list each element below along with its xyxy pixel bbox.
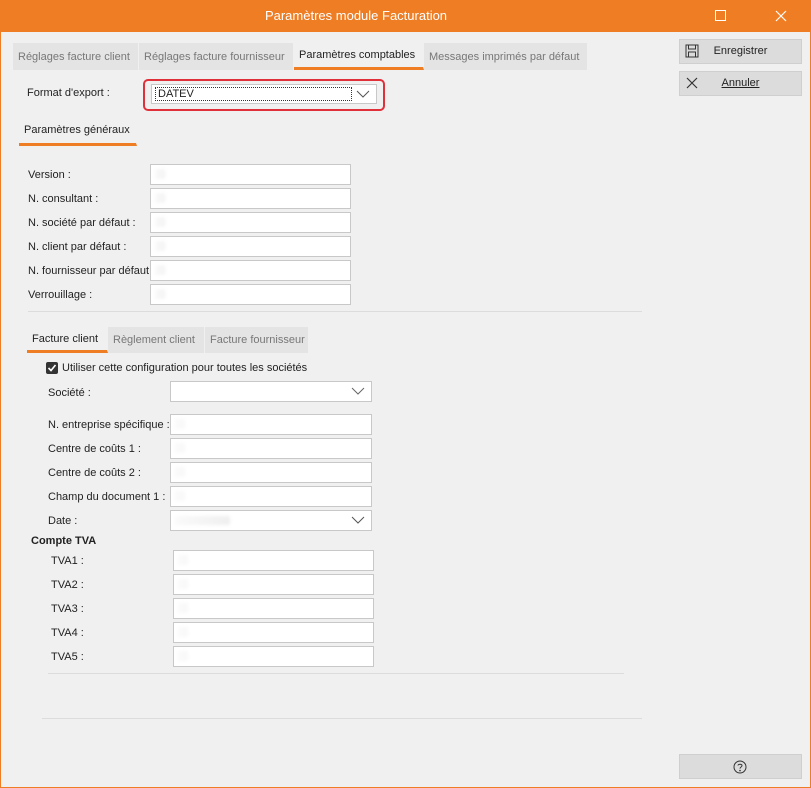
cancel-button[interactable]: Annuler [679, 71, 802, 96]
chevron-down-icon [351, 387, 365, 395]
field-fade [151, 165, 199, 184]
cc1-field[interactable] [170, 438, 372, 459]
tab-messages-imprimes[interactable]: Messages imprimés par défaut [424, 43, 588, 70]
save-button[interactable]: Enregistrer [679, 39, 802, 64]
window: Paramètres module Facturation Réglages f… [0, 0, 811, 788]
consultant-field[interactable] [150, 188, 351, 209]
date-select[interactable] [170, 510, 372, 531]
separator [48, 673, 624, 674]
tva2-label: TVA2 : [51, 579, 84, 591]
field-fade [151, 285, 199, 304]
window-title: Paramètres module Facturation [264, 8, 448, 23]
entreprise-label: N. entreprise spécifique : [48, 419, 170, 431]
field-fade [171, 463, 299, 482]
title-bar: Paramètres module Facturation [0, 0, 811, 32]
societe-label: Société : [48, 387, 91, 399]
help-button[interactable] [679, 754, 802, 779]
cc2-label: Centre de coûts 2 : [48, 467, 141, 479]
tva5-field[interactable] [173, 646, 374, 667]
field-fade [174, 647, 299, 666]
date-label: Date : [48, 515, 78, 527]
client-default-label: N. client par défaut : [28, 241, 127, 253]
tva3-label: TVA3 : [51, 603, 84, 615]
societe-select[interactable] [170, 381, 372, 402]
field-fade [171, 415, 299, 434]
field-fade [151, 237, 199, 256]
champ-label: Champ du document 1 : [48, 491, 166, 503]
client-default-field[interactable] [150, 236, 351, 257]
export-format-label: Format d'export : [27, 87, 110, 99]
main-tabs: Réglages facture client Réglages facture… [13, 43, 588, 70]
tva1-label: TVA1 : [51, 555, 84, 567]
chevron-down-icon [351, 516, 365, 524]
verrouillage-label: Verrouillage : [28, 289, 93, 301]
tab-parametres-generaux[interactable]: Paramètres généraux [19, 117, 137, 146]
tva1-field[interactable] [173, 550, 374, 571]
fournisseur-default-label: N. fournisseur par défaut : [28, 265, 150, 277]
maximize-icon [715, 10, 726, 21]
sub-tabs: Facture client Règlement client Facture … [27, 327, 309, 353]
tab-facture-client[interactable]: Facture client [27, 327, 108, 353]
field-fade [171, 487, 299, 506]
version-field[interactable] [150, 164, 351, 185]
fournisseur-default-field[interactable] [150, 260, 351, 281]
help-icon [733, 760, 747, 774]
field-fade [171, 511, 299, 530]
checkmark-icon [47, 364, 57, 372]
apply-all-checkbox[interactable] [46, 362, 58, 374]
save-label: Enregistrer [713, 45, 768, 57]
chevron-down-icon [356, 90, 370, 98]
tva4-label: TVA4 : [51, 627, 84, 639]
consultant-label: N. consultant : [28, 193, 99, 205]
field-fade [174, 575, 299, 594]
cc2-field[interactable] [170, 462, 372, 483]
tab-reglages-facture-client[interactable]: Réglages facture client [13, 43, 139, 70]
field-fade [174, 623, 299, 642]
field-fade [171, 439, 299, 458]
tva2-field[interactable] [173, 574, 374, 595]
tab-reglages-facture-fournisseur[interactable]: Réglages facture fournisseur [139, 43, 294, 70]
societe-default-label: N. société par défaut : [28, 217, 136, 229]
general-tabs: Paramètres généraux [19, 117, 137, 146]
close-icon [775, 10, 787, 22]
maximize-button[interactable] [698, 0, 744, 32]
societe-default-field[interactable] [150, 212, 351, 233]
dialog-body: Réglages facture client Réglages facture… [1, 32, 810, 787]
version-label: Version : [28, 169, 71, 181]
verrouillage-field[interactable] [150, 284, 351, 305]
export-format-select[interactable]: DATEV [151, 84, 377, 104]
entreprise-field[interactable] [170, 414, 372, 435]
field-fade [174, 599, 299, 618]
field-fade [151, 261, 199, 280]
field-fade [174, 551, 299, 570]
tva5-label: TVA5 : [51, 651, 84, 663]
tva-heading: Compte TVA [31, 535, 97, 547]
tva4-field[interactable] [173, 622, 374, 643]
separator [28, 311, 642, 312]
champ-field[interactable] [170, 486, 372, 507]
tva3-field[interactable] [173, 598, 374, 619]
tab-parametres-comptables[interactable]: Paramètres comptables [294, 43, 424, 70]
separator [42, 718, 642, 719]
field-fade [151, 189, 199, 208]
cc1-label: Centre de coûts 1 : [48, 443, 141, 455]
tab-reglement-client[interactable]: Règlement client [108, 327, 205, 353]
tab-facture-fournisseur[interactable]: Facture fournisseur [205, 327, 309, 353]
close-button[interactable] [758, 0, 804, 32]
field-fade [151, 213, 199, 232]
apply-all-label: Utiliser cette configuration pour toutes… [62, 362, 308, 374]
cancel-label: Annuler [721, 77, 760, 89]
export-format-value: DATEV [155, 87, 352, 101]
